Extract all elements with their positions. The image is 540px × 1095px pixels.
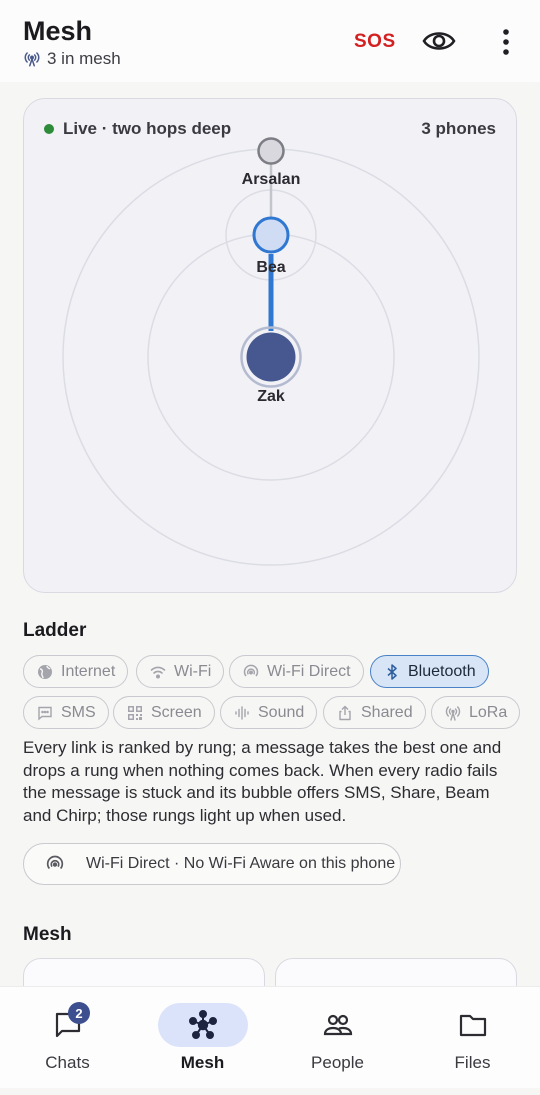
rung-chip-wifi-direct[interactable]: Wi-Fi Direct (229, 655, 364, 688)
rung-chip-sound[interactable]: Sound (220, 696, 318, 729)
people-icon (323, 1014, 352, 1036)
rung-chip-bluetooth[interactable]: Bluetooth (370, 655, 489, 688)
rung-label: Screen (151, 703, 202, 721)
wifi-icon (150, 666, 166, 679)
node-zak[interactable] (246, 332, 296, 382)
sound-wave-icon (235, 705, 249, 720)
wifi-direct-icon (46, 855, 64, 870)
rung-chip-internet[interactable]: Internet (23, 655, 129, 688)
mesh-count-label: 3 in mesh (47, 49, 121, 68)
node-arsalan[interactable] (257, 137, 285, 165)
ladder-heading: Ladder (23, 620, 87, 641)
nav-label: People (311, 1053, 364, 1072)
node-label-bea: Bea (256, 259, 286, 276)
phone-count: 3 phones (421, 119, 496, 138)
nav-label: Chats (45, 1053, 90, 1072)
nav-people-icon-wrap (293, 1003, 383, 1047)
mesh-heading: Mesh (23, 924, 72, 945)
app-bar: Mesh 3 in mesh SOS (0, 0, 540, 82)
sms-icon (38, 706, 52, 720)
bluetooth-icon (387, 663, 397, 680)
radio-tower-icon (24, 52, 40, 67)
rung-label: LoRa (469, 703, 508, 721)
nav-mesh[interactable]: Mesh (135, 987, 270, 1089)
node-label-zak: Zak (257, 388, 285, 405)
eye-icon[interactable] (422, 28, 456, 54)
qr-code-icon (128, 705, 142, 720)
rung-label: Wi-Fi (174, 662, 212, 680)
nav-files[interactable]: Files (405, 987, 540, 1089)
transport-status[interactable]: Wi-Fi Direct · No Wi-Fi Aware on this ph… (23, 843, 401, 885)
rung-chip-wifi[interactable]: Wi-Fi (136, 655, 225, 688)
folder-icon (459, 1014, 486, 1037)
rung-label: SMS (61, 703, 96, 721)
globe-icon (38, 664, 52, 679)
nav-chats[interactable]: 2 Chats (0, 987, 135, 1089)
transport-status-label: Wi-Fi Direct · No Wi-Fi Aware on this ph… (86, 855, 396, 872)
node-label-arsalan: Arsalan (241, 171, 301, 188)
bottom-navigation: 2 Chats Mesh People Files (0, 986, 540, 1088)
page-title: Mesh (23, 16, 93, 46)
rung-label: Shared (361, 703, 413, 721)
nav-mesh-icon-wrap (157, 1003, 248, 1047)
more-vert-icon[interactable] (496, 28, 516, 56)
ladder-description: Every link is ranked by rung; a message … (23, 738, 502, 825)
rung-chip-lora[interactable]: LoRa (431, 696, 521, 729)
radio-tower-icon (445, 705, 461, 721)
nav-label: Files (454, 1053, 491, 1072)
rung-label: Wi-Fi Direct (267, 662, 351, 680)
rung-chip-sms[interactable]: SMS (23, 696, 109, 729)
live-status-label: Live · two hops deep (63, 119, 232, 138)
nav-label: Mesh (180, 1053, 225, 1072)
rung-chip-shared[interactable]: Shared (323, 696, 426, 729)
wifi-direct-icon (243, 664, 259, 676)
live-dot (44, 124, 54, 134)
rung-label: Internet (61, 662, 116, 680)
rung-label: Sound (258, 703, 305, 721)
sos-button[interactable]: SOS (354, 31, 396, 53)
live-status: Live · two hops deep (44, 119, 231, 139)
nav-people[interactable]: People (270, 987, 405, 1089)
rung-label: Bluetooth (408, 662, 476, 680)
unread-badge: 2 (68, 1002, 90, 1024)
nav-files-icon-wrap (428, 1003, 518, 1047)
share-icon (339, 705, 351, 720)
mesh-count: 3 in mesh (23, 49, 121, 69)
node-bea[interactable] (252, 216, 290, 254)
rung-chip-screen[interactable]: Screen (113, 696, 215, 729)
mesh-map[interactable]: Live · two hops deep 3 phones Arsalan Be… (23, 98, 517, 593)
mesh-network-icon (188, 1010, 217, 1039)
